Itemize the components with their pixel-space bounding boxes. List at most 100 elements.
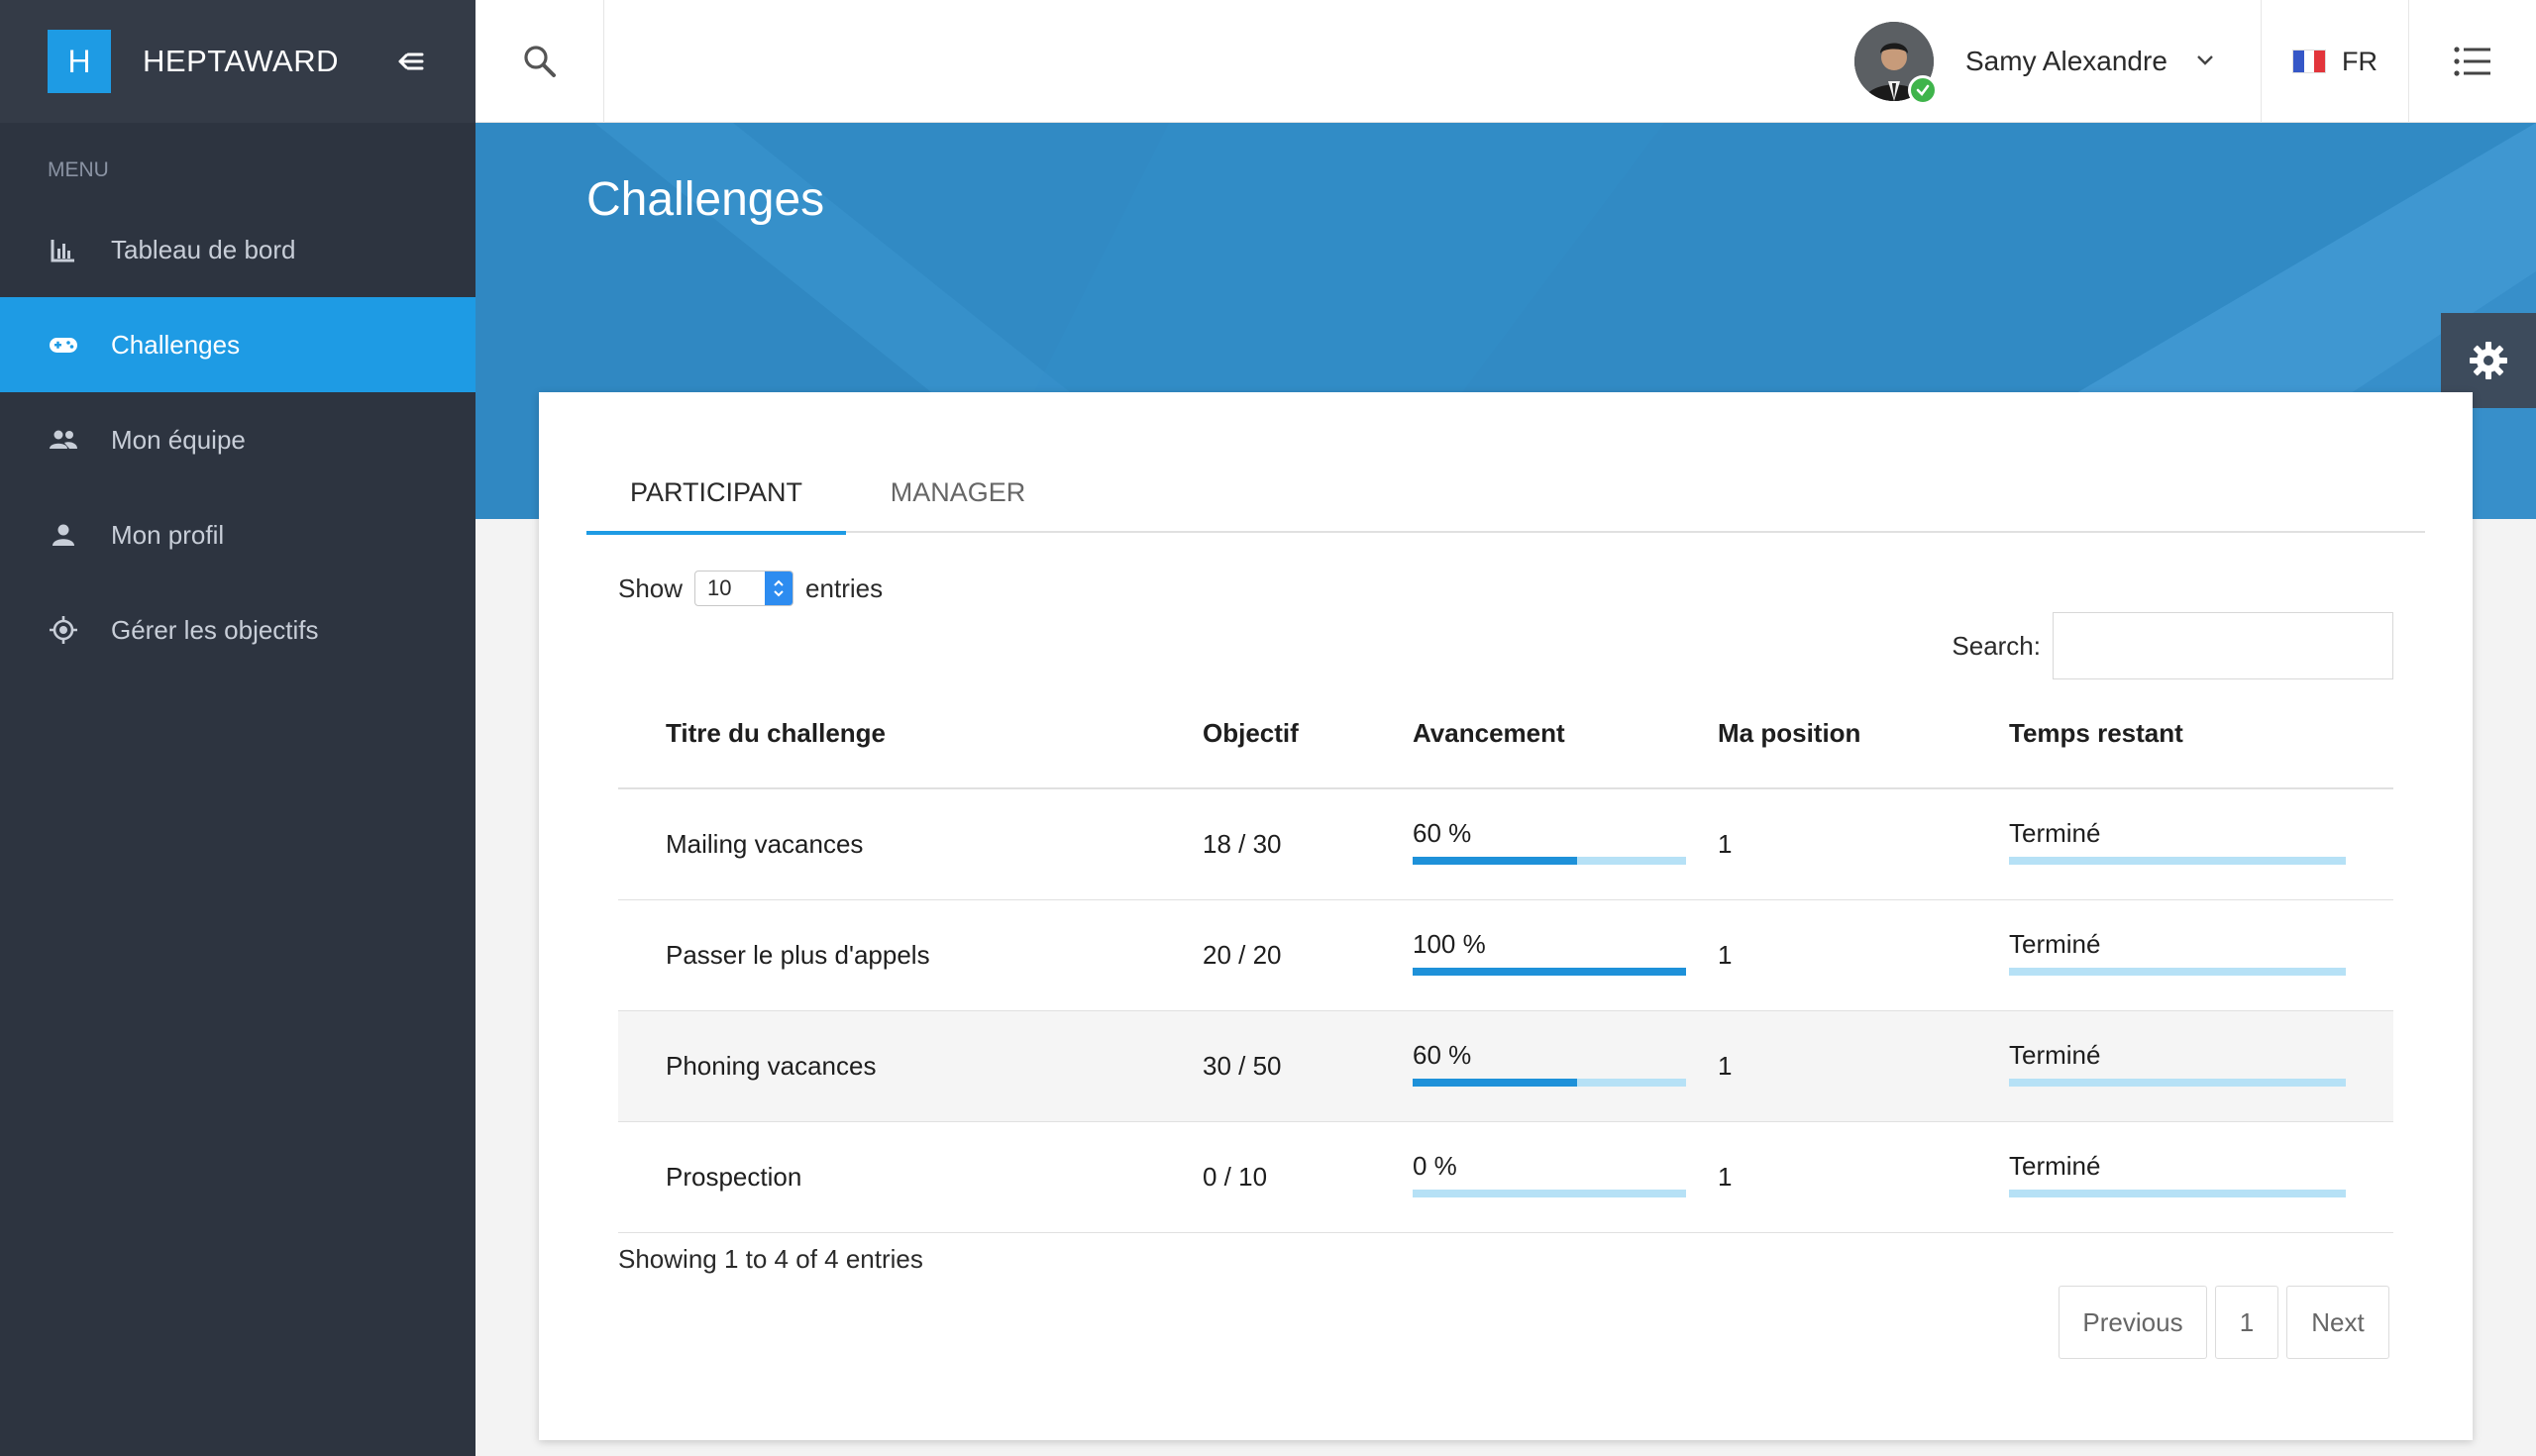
brand-name[interactable]: HEPTAWARD xyxy=(143,44,339,79)
challenge-objective: 20 / 20 xyxy=(1203,899,1413,1011)
challenge-remaining: Terminé xyxy=(2009,899,2393,1011)
table-row[interactable]: Prospection 0 / 10 0 % 1 Terminé xyxy=(618,1121,2393,1233)
menu-collapse-icon xyxy=(398,52,424,70)
progress-bar-fill xyxy=(1413,856,1577,865)
brand-logo[interactable]: H xyxy=(48,30,111,93)
sidebar-item-label: Challenges xyxy=(111,329,241,360)
challenge-title: Prospection xyxy=(618,1121,1203,1233)
sidebar-item-label: Mon profil xyxy=(111,519,225,550)
sidebar-item-tableau-de-bord[interactable]: Tableau de bord xyxy=(0,202,476,297)
challenge-remaining: Terminé xyxy=(2009,1121,2393,1233)
tab-manager[interactable]: MANAGER xyxy=(846,452,1070,533)
page-title: Challenges xyxy=(586,173,825,226)
gear-icon xyxy=(2470,342,2507,379)
progress-label: 60 % xyxy=(1413,1039,1472,1070)
collapse-sidebar-button[interactable] xyxy=(390,42,430,81)
challenges-card: PARTICIPANT MANAGER Show 10 entries Sear… xyxy=(539,392,2473,1440)
page-length-select[interactable]: 10 xyxy=(694,571,794,606)
target-icon xyxy=(48,614,79,646)
challenge-objective: 18 / 30 xyxy=(1203,788,1413,900)
entries-label: entries xyxy=(805,572,884,603)
sidebar-item-label: Tableau de bord xyxy=(111,234,296,264)
france-flag-icon xyxy=(2292,50,2326,73)
progress-bar-fill xyxy=(1413,967,1686,976)
progress-label: 100 % xyxy=(1413,928,1486,959)
progress-bar xyxy=(1413,967,1686,976)
challenge-position: 1 xyxy=(1718,1121,2009,1233)
progress-label: 0 % xyxy=(1413,1150,1457,1181)
challenge-progress: 0 % xyxy=(1413,1121,1718,1233)
tab-bar: PARTICIPANT MANAGER xyxy=(586,452,2425,535)
challenge-title: Passer le plus d'appels xyxy=(618,899,1203,1011)
challenge-position: 1 xyxy=(1718,788,2009,900)
challenge-title: Mailing vacances xyxy=(618,788,1203,900)
search-label: Search: xyxy=(1952,630,2041,661)
challenge-title: Phoning vacances xyxy=(618,1010,1203,1122)
avatar[interactable] xyxy=(1854,22,1938,105)
challenge-progress: 100 % xyxy=(1413,899,1718,1011)
column-header-objective[interactable]: Objectif xyxy=(1203,679,1413,789)
page-number-button[interactable]: 1 xyxy=(2215,1286,2278,1359)
table-search: Search: xyxy=(1952,612,2393,679)
sidebar-item-mon-equipe[interactable]: Mon équipe xyxy=(0,392,476,487)
column-header-position[interactable]: Ma position xyxy=(1718,679,2009,789)
sidebar-item-label: Gérer les objectifs xyxy=(111,614,319,645)
column-header-progress[interactable]: Avancement xyxy=(1413,679,1718,789)
progress-bar xyxy=(1413,1189,1686,1197)
language-selector[interactable]: FR xyxy=(2261,0,2409,123)
brand-header: H HEPTAWARD xyxy=(0,0,476,123)
progress-label: 60 % xyxy=(1413,817,1472,848)
table-row[interactable]: Passer le plus d'appels 20 / 20 100 % 1 … xyxy=(618,899,2393,1011)
table-info: Showing 1 to 4 of 4 entries xyxy=(618,1244,923,1274)
show-label: Show xyxy=(618,572,684,603)
language-code: FR xyxy=(2342,46,2378,76)
gamepad-icon xyxy=(48,329,79,361)
remaining-label: Terminé xyxy=(2009,928,2101,959)
chevron-down-icon[interactable] xyxy=(2195,52,2215,71)
sidebar: H HEPTAWARD MENU Tableau de bord Challen… xyxy=(0,0,476,1456)
challenge-remaining: Terminé xyxy=(2009,788,2393,900)
remaining-label: Terminé xyxy=(2009,817,2101,848)
challenges-table: Titre du challenge Objectif Avancement M… xyxy=(618,679,2393,1233)
search-icon xyxy=(523,46,556,77)
sidebar-item-challenges[interactable]: Challenges xyxy=(0,297,476,392)
table-header-row: Titre du challenge Objectif Avancement M… xyxy=(618,679,2393,789)
menu-section-label: MENU xyxy=(48,158,109,181)
remaining-bar xyxy=(2009,1189,2346,1197)
search-button[interactable] xyxy=(476,0,604,123)
page-length-value: 10 xyxy=(707,575,732,600)
next-page-button[interactable]: Next xyxy=(2286,1286,2389,1359)
bar-chart-icon xyxy=(48,234,79,265)
table-row[interactable]: Mailing vacances 18 / 30 60 % 1 Terminé xyxy=(618,788,2393,900)
tab-participant[interactable]: PARTICIPANT xyxy=(586,452,846,535)
search-input[interactable] xyxy=(2053,612,2393,679)
remaining-bar xyxy=(2009,967,2346,976)
sidebar-item-mon-profil[interactable]: Mon profil xyxy=(0,487,476,582)
progress-bar-fill xyxy=(1413,1078,1577,1087)
page-length-control: Show 10 entries xyxy=(618,571,883,606)
group-icon xyxy=(48,424,79,456)
user-name[interactable]: Samy Alexandre xyxy=(1965,46,2167,77)
list-menu-icon xyxy=(2454,47,2490,76)
previous-page-button[interactable]: Previous xyxy=(2059,1286,2207,1359)
challenge-objective: 0 / 10 xyxy=(1203,1121,1413,1233)
column-header-title[interactable]: Titre du challenge xyxy=(618,679,1203,789)
remaining-bar xyxy=(2009,856,2346,865)
pagination: Previous 1 Next xyxy=(2051,1286,2389,1359)
options-menu-button[interactable] xyxy=(2409,0,2536,123)
remaining-label: Terminé xyxy=(2009,1039,2101,1070)
user-menu[interactable]: Samy Alexandre xyxy=(1854,0,2215,123)
challenge-position: 1 xyxy=(1718,1010,2009,1122)
challenge-position: 1 xyxy=(1718,899,2009,1011)
topbar: Samy Alexandre FR xyxy=(476,0,2536,123)
person-icon xyxy=(48,519,79,551)
challenge-objective: 30 / 50 xyxy=(1203,1010,1413,1122)
select-updown-icon xyxy=(765,572,793,605)
sidebar-item-label: Mon équipe xyxy=(111,424,246,455)
remaining-label: Terminé xyxy=(2009,1150,2101,1181)
column-header-remaining[interactable]: Temps restant xyxy=(2009,679,2393,789)
table-row[interactable]: Phoning vacances 30 / 50 60 % 1 Terminé xyxy=(618,1010,2393,1122)
progress-bar xyxy=(1413,856,1686,865)
online-status-icon xyxy=(1908,75,1938,105)
sidebar-item-gerer-les-objectifs[interactable]: Gérer les objectifs xyxy=(0,582,476,677)
